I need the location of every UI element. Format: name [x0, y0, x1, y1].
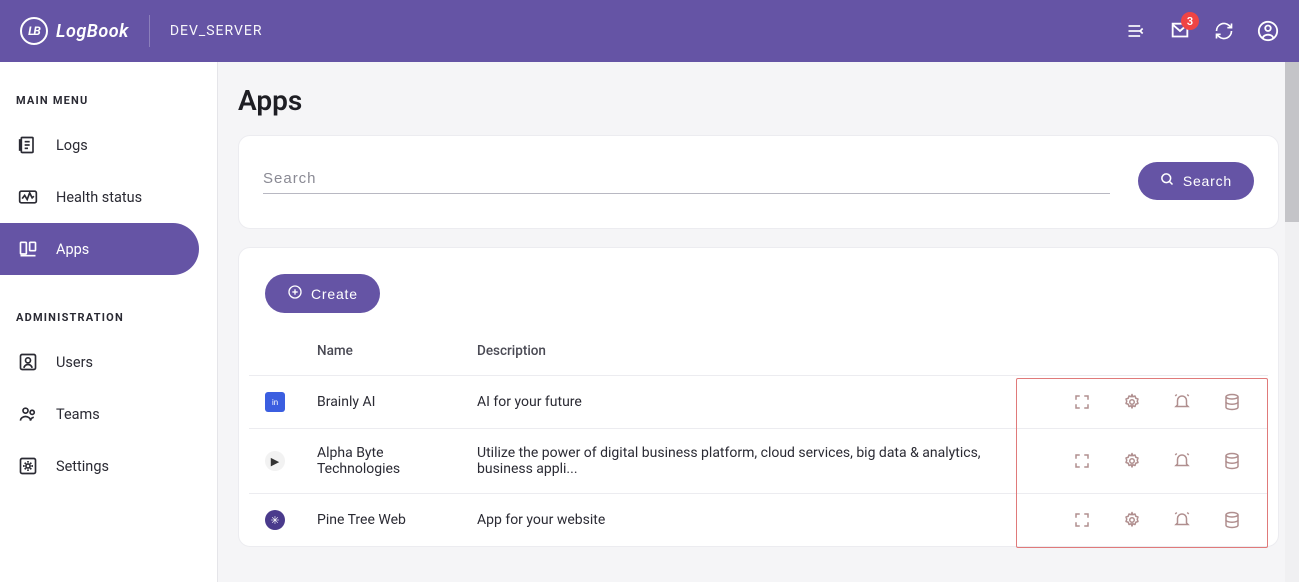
database-icon[interactable]: [1222, 510, 1242, 530]
col-header-description: Description: [461, 325, 1008, 376]
search-card: Search: [238, 135, 1279, 229]
logo-icon: LB: [20, 17, 48, 45]
main-content: Apps Search Crea: [218, 62, 1299, 582]
sidebar-item-label: Health status: [56, 189, 142, 206]
apps-icon: [18, 239, 38, 259]
gear-icon[interactable]: [1122, 510, 1142, 530]
create-button[interactable]: Create: [265, 274, 380, 313]
header-actions: 3: [1125, 20, 1279, 42]
teams-icon: [18, 404, 38, 424]
sidebar-item-users[interactable]: Users: [0, 336, 217, 388]
account-icon[interactable]: [1257, 20, 1279, 42]
sidebar-heading-admin: ADMINISTRATION: [0, 303, 217, 336]
bell-icon[interactable]: [1172, 451, 1192, 471]
app-name: Pine Tree Web: [301, 494, 461, 547]
logs-icon: [18, 135, 38, 155]
app-avatar-icon: ▶: [265, 451, 285, 471]
app-name: Brainly AI: [301, 376, 461, 429]
table-row[interactable]: ▶ Alpha Byte Technologies Utilize the po…: [249, 429, 1268, 494]
sidebar-heading-main: MAIN MENU: [0, 86, 217, 119]
sidebar-item-label: Teams: [56, 406, 100, 423]
inbox-icon[interactable]: 3: [1169, 20, 1191, 42]
expand-icon[interactable]: [1072, 392, 1092, 412]
table-row[interactable]: in Brainly AI AI for your future: [249, 376, 1268, 429]
app-header: LB LogBook DEV_SERVER 3: [0, 0, 1299, 62]
search-icon: [1160, 172, 1175, 190]
gear-icon[interactable]: [1122, 451, 1142, 471]
search-button-label: Search: [1183, 173, 1232, 189]
sidebar-item-health[interactable]: Health status: [0, 171, 217, 223]
app-description: App for your website: [461, 494, 1008, 547]
plus-circle-icon: [287, 284, 303, 303]
bell-icon[interactable]: [1172, 510, 1192, 530]
sidebar-item-logs[interactable]: Logs: [0, 119, 217, 171]
menu-collapse-icon[interactable]: [1125, 20, 1147, 42]
page-title: Apps: [238, 84, 1279, 117]
search-input[interactable]: [263, 170, 1110, 187]
col-header-name: Name: [301, 325, 461, 376]
sidebar-item-label: Logs: [56, 137, 88, 154]
sidebar-item-label: Apps: [56, 241, 89, 258]
app-avatar-icon: ✳: [265, 510, 285, 530]
database-icon[interactable]: [1222, 451, 1242, 471]
health-icon: [18, 187, 38, 207]
database-icon[interactable]: [1222, 392, 1242, 412]
sidebar-item-label: Users: [56, 354, 93, 371]
search-input-wrap: [263, 168, 1110, 194]
app-name: Alpha Byte Technologies: [301, 429, 461, 494]
expand-icon[interactable]: [1072, 510, 1092, 530]
expand-icon[interactable]: [1072, 451, 1092, 471]
bell-icon[interactable]: [1172, 392, 1192, 412]
users-icon: [18, 352, 38, 372]
app-description: Utilize the power of digital business pl…: [461, 429, 1008, 494]
server-name: DEV_SERVER: [150, 23, 263, 39]
sidebar: MAIN MENU Logs Health status Apps ADMINI…: [0, 62, 218, 582]
create-button-label: Create: [311, 286, 358, 302]
logo[interactable]: LB LogBook: [20, 15, 150, 47]
logo-text: LogBook: [56, 21, 129, 42]
table-row[interactable]: ✳ Pine Tree Web App for your website: [249, 494, 1268, 547]
refresh-icon[interactable]: [1213, 20, 1235, 42]
search-button[interactable]: Search: [1138, 162, 1254, 200]
apps-table: Name Description in Brainly AI AI for yo…: [249, 325, 1268, 546]
settings-icon: [18, 456, 38, 476]
app-description: AI for your future: [461, 376, 1008, 429]
scrollbar[interactable]: [1285, 62, 1299, 582]
app-avatar-icon: in: [265, 392, 285, 412]
sidebar-item-label: Settings: [56, 458, 109, 475]
sidebar-item-apps[interactable]: Apps: [0, 223, 199, 275]
sidebar-item-teams[interactable]: Teams: [0, 388, 217, 440]
gear-icon[interactable]: [1122, 392, 1142, 412]
notification-badge: 3: [1181, 12, 1199, 30]
sidebar-item-settings[interactable]: Settings: [0, 440, 217, 492]
scrollbar-thumb[interactable]: [1285, 62, 1299, 222]
apps-table-card: Create Name Description in Brainly AI: [238, 247, 1279, 547]
